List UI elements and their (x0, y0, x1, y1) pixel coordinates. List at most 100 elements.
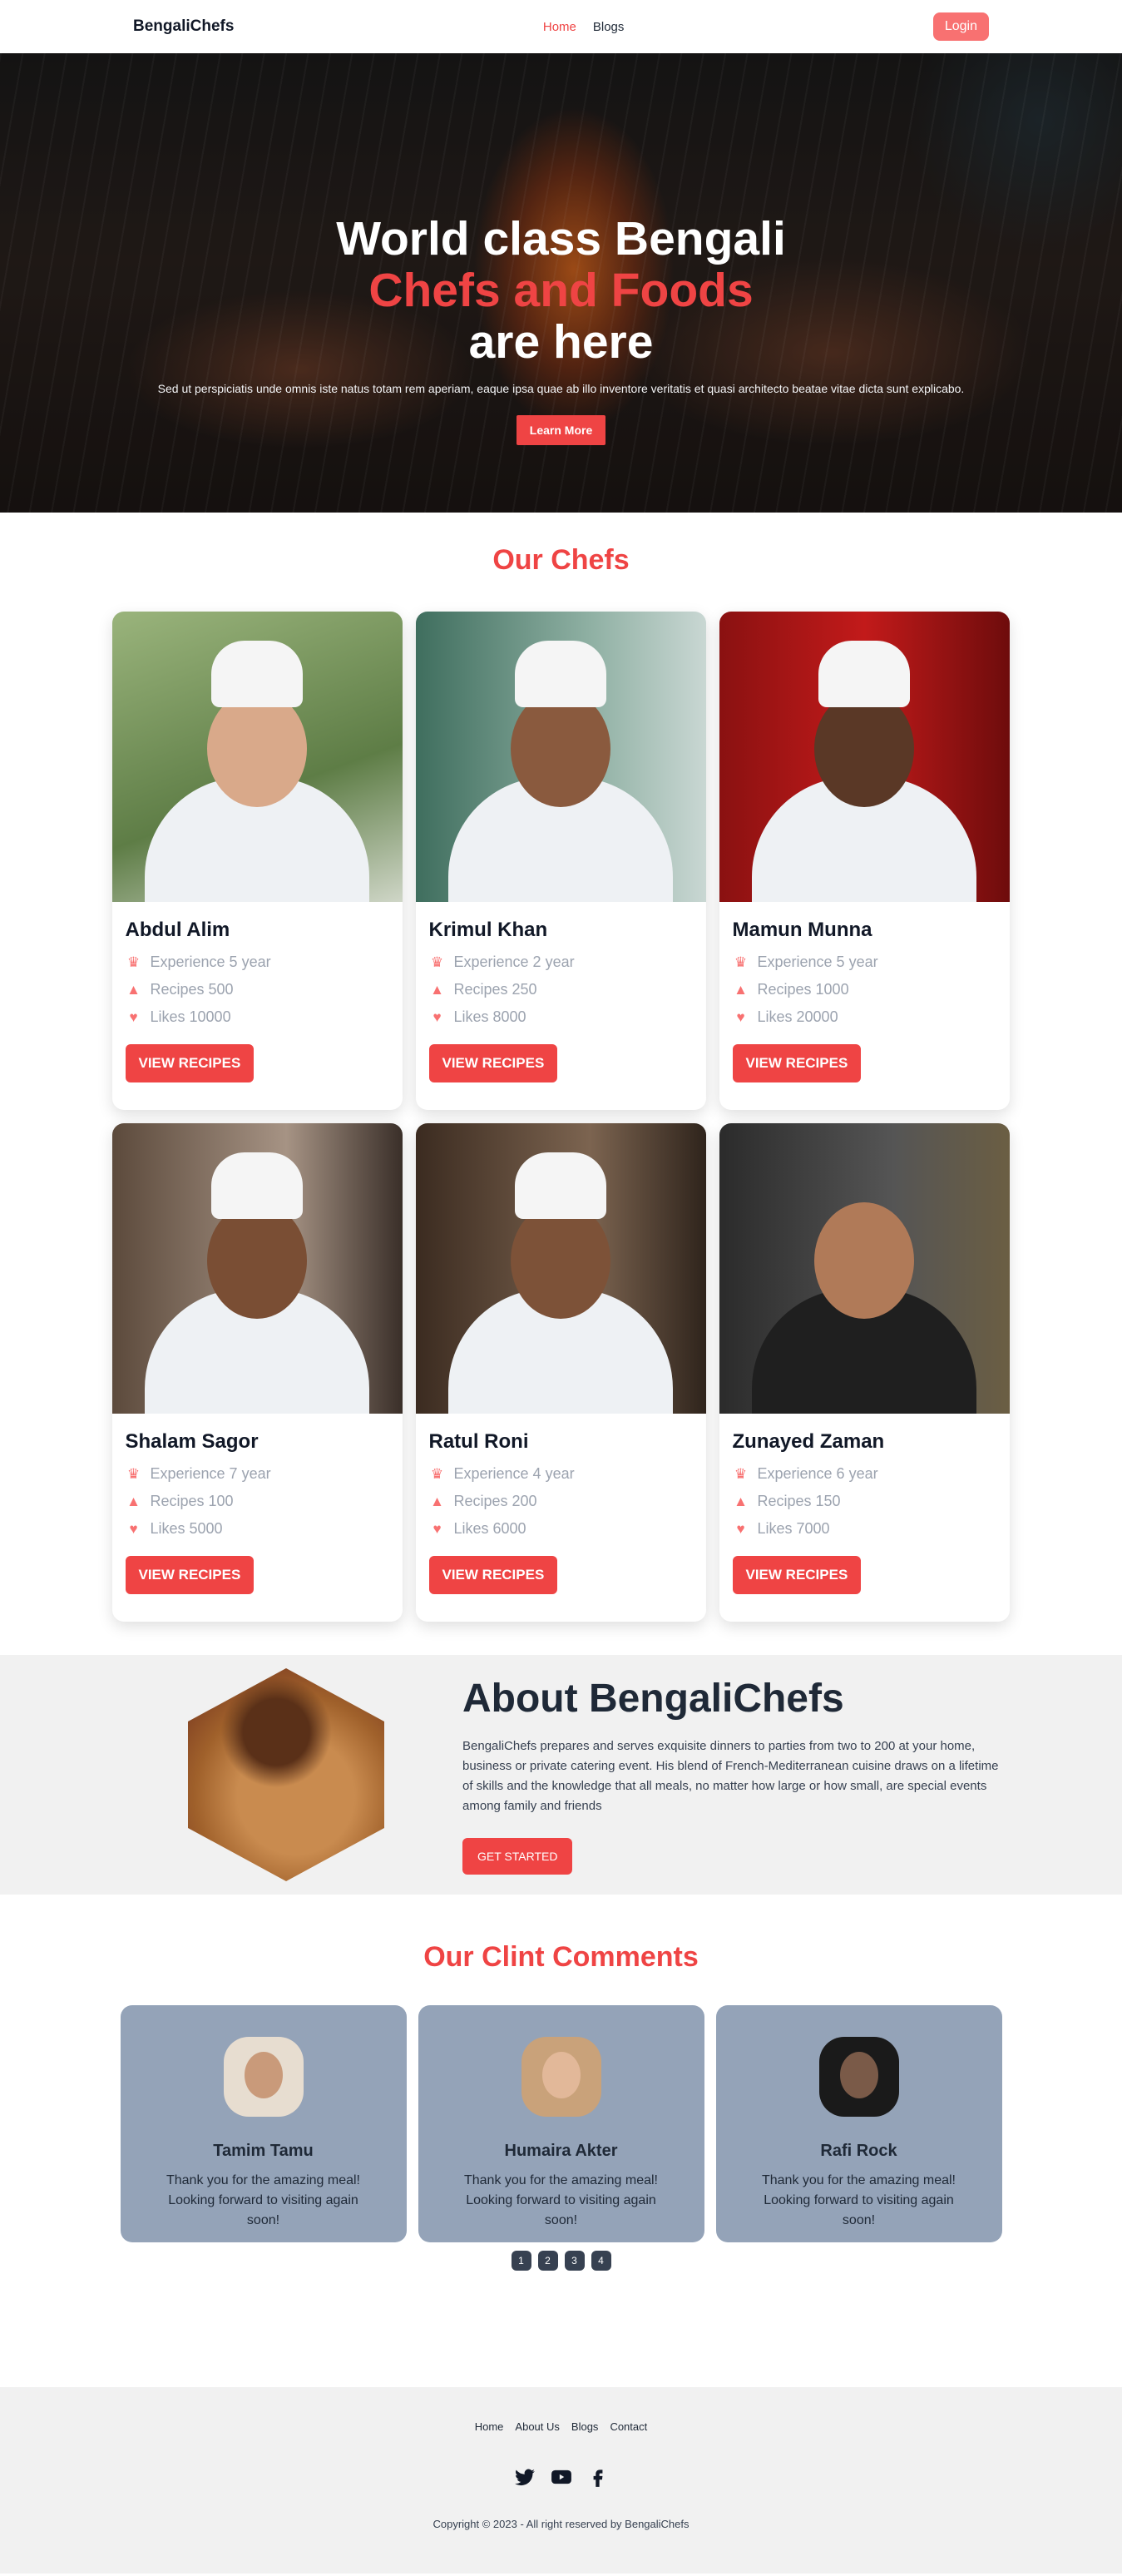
chef-hat-icon: ▲ (734, 981, 748, 998)
chef-name: Abdul Alim (125, 919, 230, 941)
about-food-image (188, 1668, 384, 1881)
chef-hat-icon: ▲ (126, 981, 141, 998)
learn-more-button[interactable]: Learn More (516, 415, 606, 445)
navbar: BengaliChefs Home Blogs Login (0, 0, 1122, 53)
comment-author: Rafi Rock (820, 2142, 897, 2160)
crown-icon: ♛ (734, 1465, 748, 1482)
chef-experience: ♛ Experience 2 year (429, 954, 693, 971)
footer-link-contact[interactable]: Contact (610, 2420, 647, 2433)
chef-photo (111, 1123, 403, 1414)
crown-icon: ♛ (430, 954, 444, 970)
chef-hat-icon: ▲ (430, 981, 444, 998)
view-recipes-button[interactable]: VIEW RECIPES (125, 1556, 255, 1594)
chef-card: Zunayed Zaman ♛ Experience 6 year ▲ Reci… (719, 1123, 1010, 1622)
crown-icon: ♛ (126, 954, 141, 970)
chef-photo (415, 1123, 706, 1414)
heart-icon: ♥ (129, 1008, 138, 1025)
heart-icon: ♥ (736, 1520, 745, 1537)
view-recipes-button[interactable]: VIEW RECIPES (125, 1044, 255, 1082)
carousel-page-button[interactable]: 3 (564, 2251, 585, 2271)
heart-icon: ♥ (736, 1008, 745, 1025)
chef-photo (415, 612, 706, 902)
chef-card: Krimul Khan ♛ Experience 2 year ▲ Recipe… (415, 612, 706, 1110)
hero-title-line3: are here (468, 315, 654, 369)
chef-experience: ♛ Experience 6 year (733, 1465, 996, 1483)
chef-hat-icon: ▲ (734, 1493, 748, 1509)
footer: Home About Us Blogs Contact Copyright © … (0, 2387, 1122, 2574)
view-recipes-button[interactable]: VIEW RECIPES (732, 1556, 862, 1594)
chef-photo (719, 612, 1010, 902)
brand-logo[interactable]: BengaliChefs (133, 17, 234, 36)
chef-experience: ♛ Experience 5 year (126, 954, 389, 971)
nav-links: Home Blogs (543, 20, 625, 34)
chef-name: Shalam Sagor (125, 1430, 259, 1453)
chefs-section: Our Chefs Abdul Alim ♛ Experience 5 year… (0, 513, 1122, 1655)
footer-link-blogs[interactable]: Blogs (571, 2420, 599, 2433)
chef-card: Shalam Sagor ♛ Experience 7 year ▲ Recip… (111, 1123, 403, 1622)
chef-recipes: ▲ Recipes 200 (430, 1493, 537, 1509)
comment-text: Thank you for the amazing meal! Looking … (761, 2173, 956, 2227)
crown-icon: ♛ (430, 1465, 444, 1482)
about-description: BengaliChefs prepares and serves exquisi… (462, 1738, 999, 1813)
chef-recipes: ▲ Recipes 100 (126, 1493, 234, 1509)
view-recipes-button[interactable]: VIEW RECIPES (428, 1044, 558, 1082)
chef-name: Ratul Roni (428, 1430, 529, 1453)
heart-icon: ♥ (432, 1520, 442, 1537)
avatar (521, 2037, 601, 2117)
comments-section: Our Clint Comments Tamim Tamu Thank you … (0, 1895, 1122, 2387)
footer-link-home[interactable]: Home (475, 2420, 504, 2433)
comment-grid: Tamim Tamu Thank you for the amazing mea… (120, 2005, 1002, 2242)
chef-card: Mamun Munna ♛ Experience 5 year ▲ Recipe… (719, 612, 1010, 1110)
chef-recipes: ▲ Recipes 150 (734, 1493, 841, 1509)
comment-text: Thank you for the amazing meal! Looking … (463, 2173, 658, 2227)
youtube-icon[interactable] (551, 2466, 572, 2488)
comment-author: Humaira Akter (504, 2142, 618, 2160)
chef-likes: ♥ Likes 10000 (126, 1008, 389, 1026)
nav-link-blogs[interactable]: Blogs (593, 20, 625, 34)
footer-link-about[interactable]: About Us (515, 2420, 559, 2433)
hero-banner: World class Bengali Chefs and Foods are … (0, 53, 1122, 513)
copyright-text: Copyright © 2023 - All right reserved by… (432, 2518, 690, 2530)
view-recipes-button[interactable]: VIEW RECIPES (732, 1044, 862, 1082)
heart-icon: ♥ (129, 1520, 138, 1537)
chef-card: Abdul Alim ♛ Experience 5 year ▲ Recipes… (111, 612, 403, 1110)
chef-likes: ♥ Likes 6000 (429, 1520, 693, 1538)
comment-text: Thank you for the amazing meal! Looking … (166, 2173, 360, 2227)
chef-name: Mamun Munna (732, 919, 872, 941)
comments-title: Our Clint Comments (423, 1941, 699, 1973)
chef-recipes: ▲ Recipes 250 (430, 981, 537, 998)
hero-title-line2: Chefs and Foods (368, 264, 754, 317)
chef-recipes: ▲ Recipes 500 (126, 981, 234, 998)
facebook-icon[interactable] (587, 2466, 609, 2488)
chef-grid: Abdul Alim ♛ Experience 5 year ▲ Recipes… (111, 612, 1011, 1622)
hero-title: World class Bengali Chefs and Foods are … (0, 213, 1122, 368)
nav-link-home[interactable]: Home (543, 20, 576, 34)
avatar (818, 2037, 899, 2117)
avatar (223, 2037, 304, 2117)
chef-hat-icon: ▲ (430, 1493, 444, 1509)
heart-icon: ♥ (432, 1008, 442, 1025)
chef-name: Krimul Khan (428, 919, 548, 941)
about-section: About BengaliChefs BengaliChefs prepares… (0, 1655, 1122, 1895)
chef-photo (719, 1123, 1010, 1414)
chef-experience: ♛ Experience 4 year (429, 1465, 693, 1483)
twitter-icon[interactable] (514, 2466, 536, 2488)
comment-card: Tamim Tamu Thank you for the amazing mea… (120, 2005, 407, 2242)
footer-links: Home About Us Blogs Contact (0, 2420, 1122, 2433)
social-links (0, 2466, 1122, 2488)
login-button[interactable]: Login (932, 12, 989, 41)
hero-title-line1: World class Bengali (336, 212, 786, 265)
crown-icon: ♛ (734, 954, 748, 970)
get-started-button[interactable]: GET STARTED (462, 1837, 573, 1875)
comment-card: Humaira Akter Thank you for the amazing … (418, 2005, 704, 2242)
chef-likes: ♥ Likes 7000 (733, 1520, 996, 1538)
carousel-page-button[interactable]: 1 (511, 2251, 531, 2271)
crown-icon: ♛ (126, 1465, 141, 1482)
chef-photo (111, 612, 403, 902)
chef-experience: ♛ Experience 5 year (733, 954, 996, 971)
hero-description: Sed ut perspiciatis unde omnis iste natu… (157, 382, 965, 395)
carousel-page-button[interactable]: 4 (591, 2251, 611, 2271)
carousel-page-button[interactable]: 2 (537, 2251, 558, 2271)
view-recipes-button[interactable]: VIEW RECIPES (428, 1556, 558, 1594)
chef-hat-icon: ▲ (126, 1493, 141, 1509)
